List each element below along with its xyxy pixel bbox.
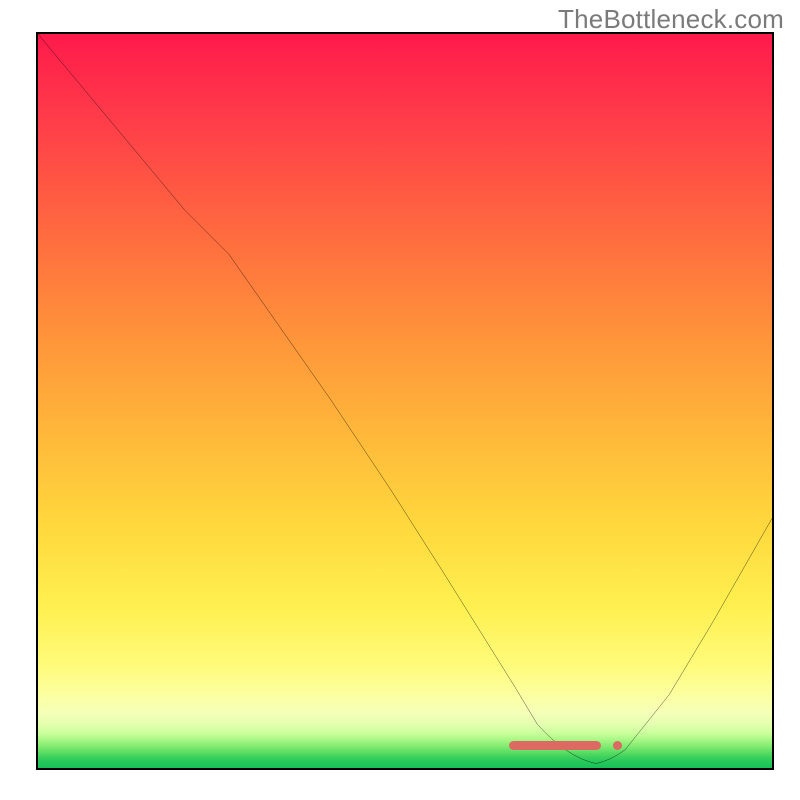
plot-area	[38, 34, 772, 768]
optimal-range-band	[509, 741, 601, 750]
chart-container: TheBottleneck.com	[0, 0, 800, 800]
watermark-text: TheBottleneck.com	[558, 4, 784, 35]
bottleneck-curve	[38, 34, 772, 768]
optimal-range-dot	[613, 741, 622, 750]
